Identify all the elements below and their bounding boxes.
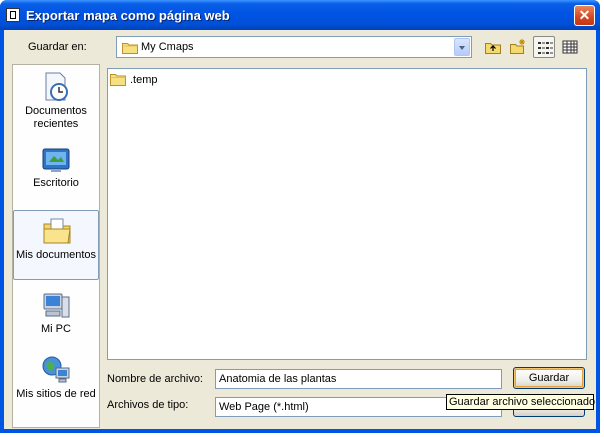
place-label: Escritorio <box>33 177 79 189</box>
new-folder-button[interactable] <box>507 36 529 58</box>
place-my-pc[interactable]: Mi PC <box>13 285 99 355</box>
save-in-dropdown[interactable]: My Cmaps <box>116 36 472 58</box>
file-name: .temp <box>130 74 158 86</box>
new-folder-icon <box>510 39 525 54</box>
save-in-label: Guardar en: <box>28 41 87 53</box>
save-in-value: My Cmaps <box>141 41 194 53</box>
file-list[interactable]: .temp <box>107 68 587 360</box>
save-dialog-window: Exportar mapa como página web ✕ Guardar … <box>0 0 600 433</box>
file-type-value: Web Page (*.html) <box>219 401 309 413</box>
place-network[interactable]: Mis sitios de red <box>13 350 99 420</box>
save-button[interactable]: Guardar <box>513 367 585 389</box>
close-icon: ✕ <box>578 7 591 23</box>
file-name-input[interactable]: Anatomia de las plantas <box>215 369 502 389</box>
place-label: Mis documentos <box>15 249 97 261</box>
desktop-icon <box>42 148 70 172</box>
list-view-button[interactable] <box>533 36 555 58</box>
place-desktop[interactable]: Escritorio <box>13 139 99 209</box>
network-icon <box>42 356 70 383</box>
place-recent[interactable]: Documentos recientes <box>13 67 99 137</box>
places-bar: Documentos recientes Escritorio Mis docu… <box>12 64 100 428</box>
list-view-icon <box>538 42 553 54</box>
place-label: Documentos recientes <box>25 105 87 130</box>
dialog-body: Guardar en: My Cmaps Documentos reciente… <box>4 30 596 429</box>
app-icon <box>6 8 20 22</box>
folder-up-icon <box>485 43 501 54</box>
details-view-icon <box>562 40 578 54</box>
details-view-button[interactable] <box>559 36 581 58</box>
computer-icon <box>43 293 70 318</box>
folder-icon <box>122 43 138 54</box>
place-my-documents[interactable]: Mis documentos <box>13 210 99 280</box>
tooltip: Guardar archivo seleccionado <box>446 394 595 410</box>
file-type-label: Archivos de tipo: <box>107 399 189 411</box>
title-bar[interactable]: Exportar mapa como página web ✕ <box>0 0 600 30</box>
my-documents-icon <box>43 218 71 244</box>
folder-icon <box>110 74 126 86</box>
file-name-label: Nombre de archivo: <box>107 373 203 385</box>
close-button[interactable]: ✕ <box>574 5 595 26</box>
chevron-down-icon[interactable] <box>454 38 470 56</box>
place-label: Mi PC <box>41 323 71 335</box>
window-title: Exportar mapa como página web <box>26 8 230 23</box>
place-label: Mis sitios de red <box>16 388 96 400</box>
up-folder-button[interactable] <box>482 36 504 58</box>
recent-documents-icon <box>45 72 68 101</box>
